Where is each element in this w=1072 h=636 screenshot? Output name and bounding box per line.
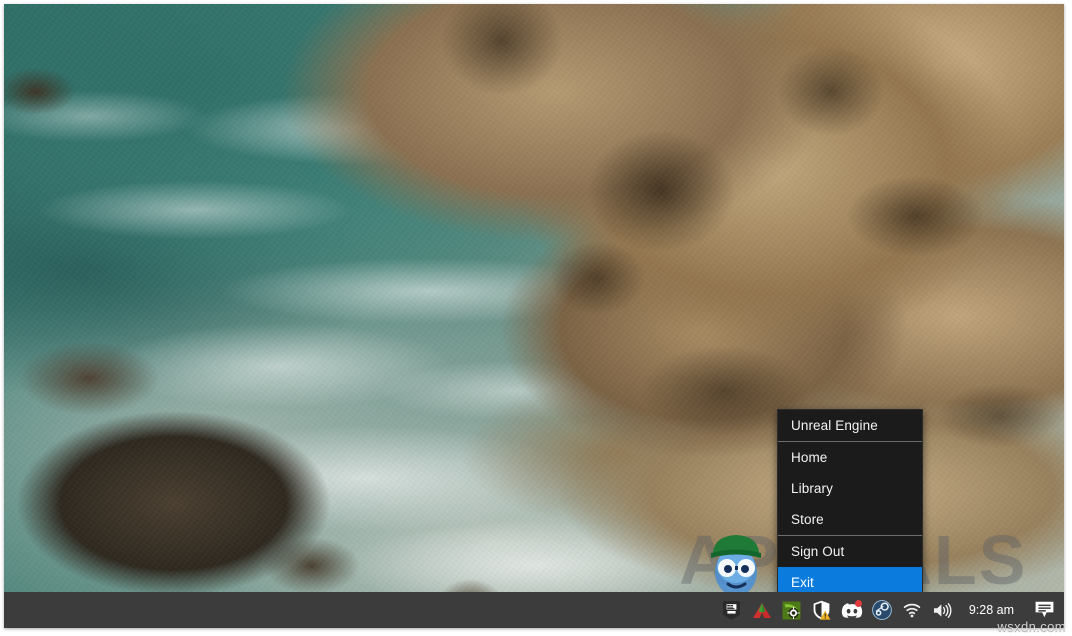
tray-context-menu[interactable]: Unreal Engine Home Library Store Sign Ou… [777, 409, 923, 599]
wsxdn-watermark: wsxdn.com [997, 619, 1066, 634]
taskbar[interactable]: 9:28 am [4, 592, 1064, 628]
epic-games-icon[interactable] [720, 592, 744, 628]
menu-item-library[interactable]: Library [778, 473, 922, 504]
steam-icon[interactable] [870, 592, 894, 628]
desktop[interactable]: APPUALS Unreal Engine Home Library Store [4, 4, 1064, 628]
discord-icon[interactable] [840, 592, 864, 628]
windows-security-shield-icon[interactable] [810, 592, 834, 628]
wifi-icon[interactable] [900, 592, 924, 628]
volume-icon[interactable] [930, 592, 954, 628]
nvidia-icon[interactable] [780, 592, 804, 628]
menu-item-unreal-engine[interactable]: Unreal Engine [778, 410, 922, 441]
menu-item-store[interactable]: Store [778, 504, 922, 535]
menu-item-sign-out[interactable]: Sign Out [778, 536, 922, 567]
discord-notification-badge [854, 600, 862, 607]
menu-item-home[interactable]: Home [778, 442, 922, 473]
amd-radeon-icon[interactable] [750, 592, 774, 628]
screen: APPUALS Unreal Engine Home Library Store [0, 0, 1072, 636]
